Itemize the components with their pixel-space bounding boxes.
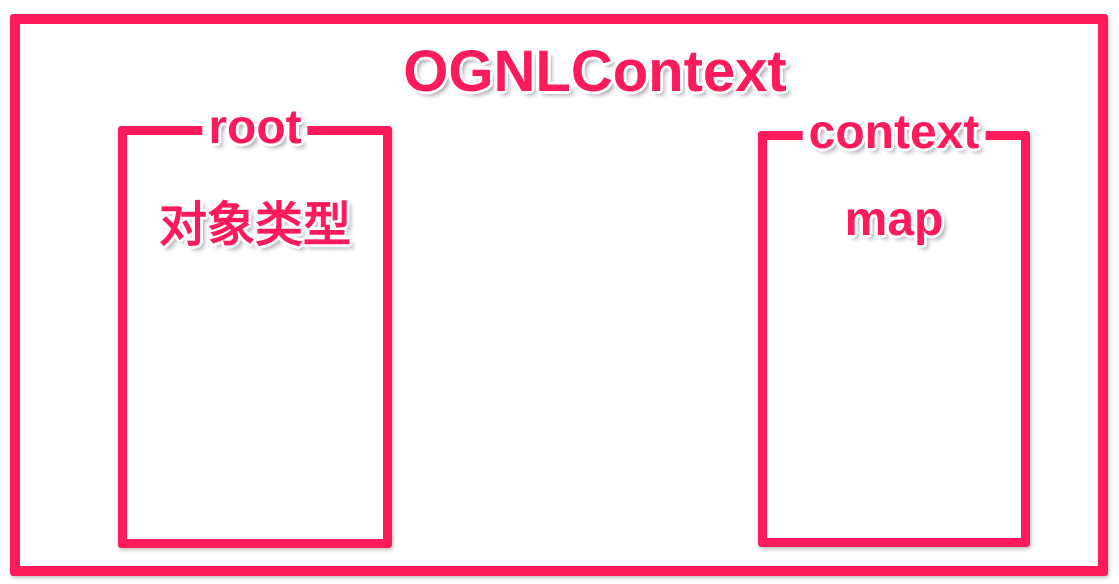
context-box: context map	[758, 107, 1030, 547]
ognl-context-diagram: OGNLContext root 对象类型 context map	[0, 0, 1119, 584]
root-label: root	[202, 102, 308, 154]
root-box: root 对象类型	[118, 102, 392, 548]
context-content: map	[844, 193, 944, 246]
context-label: context	[802, 107, 986, 159]
diagram-title: OGNLContext	[403, 39, 787, 104]
root-content: 对象类型	[158, 197, 351, 253]
